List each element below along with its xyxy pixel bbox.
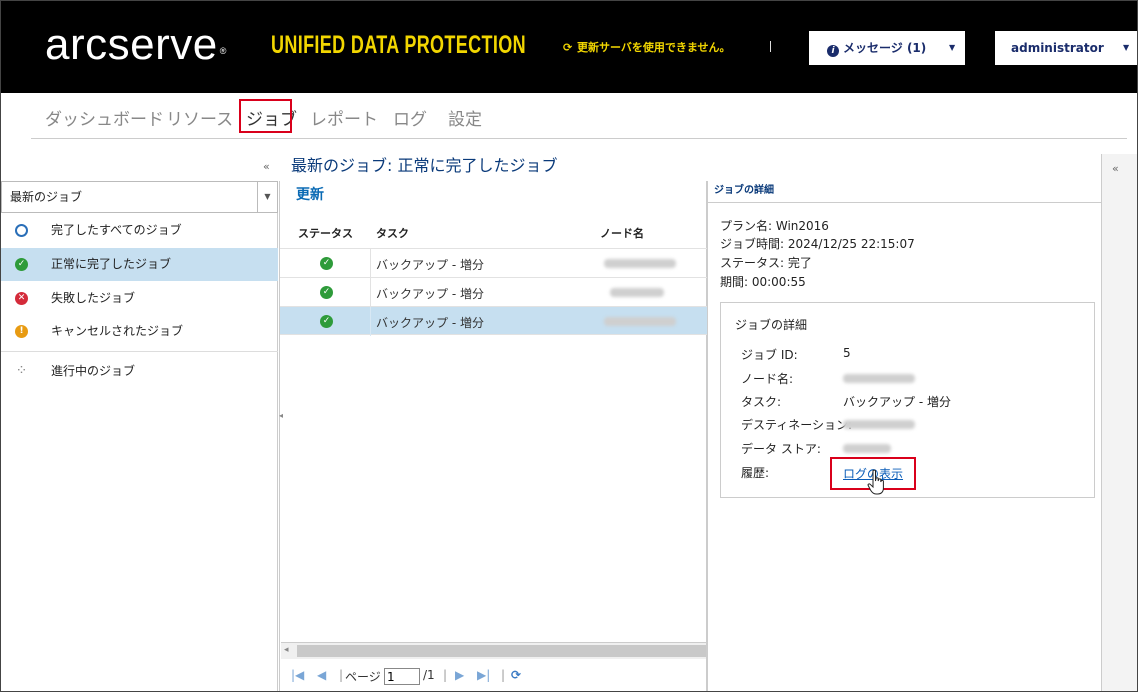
update-warning[interactable]: ⟳ 更新サーバを使用できません。	[563, 39, 731, 55]
history-label: 履歴:	[741, 466, 770, 480]
sidebar-divider	[1, 351, 278, 352]
node-name-label: ノード名:	[741, 372, 794, 386]
expand-right-icon[interactable]: «	[1112, 162, 1119, 175]
warning-circle-icon: !	[15, 325, 28, 338]
scroll-left-icon[interactable]: ◂	[284, 645, 289, 655]
first-page-icon[interactable]: |◀	[291, 668, 304, 682]
job-view-selected: 最新のジョブ	[10, 190, 83, 204]
scrollbar-thumb[interactable]	[297, 645, 706, 657]
messages-label: メッセージ (1)	[843, 41, 927, 55]
page-title: 最新のジョブ: 正常に完了したジョブ	[291, 156, 558, 175]
sidebar-item-all-completed[interactable]: 完了したすべてのジョブ	[1, 214, 278, 247]
header-bar: arcserve ® UNIFIED DATA PROTECTION ⟳ 更新サーバ…	[1, 1, 1137, 93]
task-cell: バックアップ - 増分	[376, 316, 484, 330]
check-circle-icon: ✓	[15, 258, 28, 271]
brand-logo: arcserve ®	[45, 20, 227, 69]
tab-highlight-box	[239, 99, 292, 133]
tab-resources[interactable]: リソース	[166, 105, 233, 130]
sidebar-item-label: 完了したすべてのジョブ	[51, 223, 182, 237]
job-id-label: ジョブ ID:	[741, 348, 798, 362]
job-grid: 更新 ステータス タスク ノード名 ✓ バックアップ - 増分 ✓ バックアップ…	[279, 181, 708, 691]
job-id-value: 5	[843, 346, 851, 360]
detail-header: ジョブの詳細	[708, 181, 1102, 203]
table-row[interactable]: ✓ バックアップ - 増分	[280, 248, 708, 278]
sidebar-item-in-progress[interactable]: ⁘ 進行中のジョブ	[1, 355, 278, 388]
update-warning-text: 更新サーバを使用できません。	[577, 41, 731, 54]
job-duration: 期間: 00:00:55	[720, 275, 806, 289]
prev-page-icon[interactable]: ◀	[317, 668, 326, 682]
pagination: |◀ ◀ | ページ /1 | ▶ ▶| | ⟳	[281, 661, 706, 691]
right-collapsed-panel: «	[1101, 154, 1137, 691]
chevron-down-icon: ▼	[1123, 43, 1130, 52]
check-circle-icon: ✓	[320, 257, 333, 270]
tab-dashboard[interactable]: ダッシュボード	[45, 105, 164, 130]
next-page-icon[interactable]: ▶	[455, 668, 464, 682]
user-menu-button[interactable]: administrator ▼	[995, 31, 1137, 65]
tab-log[interactable]: ログ	[393, 105, 427, 130]
last-page-icon[interactable]: ▶|	[477, 668, 490, 682]
redacted-destination	[843, 420, 915, 429]
target-icon	[15, 224, 28, 237]
redacted-node-name	[604, 259, 676, 268]
page-total: /1	[423, 668, 435, 682]
messages-button[interactable]: i メッセージ (1) ▼	[809, 31, 965, 65]
refresh-warning-icon: ⟳	[563, 41, 573, 54]
task-cell: バックアップ - 増分	[376, 287, 484, 301]
chevron-down-icon: ▼	[949, 43, 956, 52]
task-cell: バックアップ - 増分	[376, 258, 484, 272]
refresh-button[interactable]: 更新	[280, 181, 708, 213]
chevron-down-icon: ▼	[257, 182, 277, 212]
sidebar-item-successful[interactable]: ✓ 正常に完了したジョブ	[1, 248, 278, 281]
task-value: バックアップ - 増分	[843, 395, 951, 409]
tab-reports[interactable]: レポート	[310, 105, 378, 130]
job-time: ジョブ時間: 2024/12/25 22:15:07	[720, 237, 915, 251]
check-circle-icon: ✓	[320, 315, 333, 328]
app-frame: arcserve ® UNIFIED DATA PROTECTION ⟳ 更新サーバ…	[0, 0, 1138, 692]
task-label: タスク:	[741, 395, 782, 409]
sidebar-item-label: キャンセルされたジョブ	[51, 324, 184, 338]
group-title: ジョブの詳細	[735, 318, 808, 332]
sidebar-item-canceled[interactable]: ! キャンセルされたジョブ	[1, 315, 278, 348]
job-detail-panel: ジョブの詳細 プラン名: Win2016 ジョブ時間: 2024/12/25 2…	[707, 181, 1102, 691]
table-row[interactable]: ✓ バックアップ - 増分	[280, 306, 708, 336]
grid-header: ステータス タスク ノード名	[280, 217, 708, 247]
plan-name: プラン名: Win2016	[720, 219, 829, 233]
redacted-node-name	[843, 374, 915, 383]
error-circle-icon: ✕	[15, 292, 28, 305]
refresh-icon[interactable]: ⟳	[511, 668, 521, 682]
hand-cursor-icon	[867, 469, 884, 495]
redacted-datastore	[843, 444, 891, 453]
sidebar-item-label: 進行中のジョブ	[51, 364, 136, 378]
job-filter-panel: 最新のジョブ ▼ 完了したすべてのジョブ ✓ 正常に完了したジョブ ✕ 失敗した…	[1, 181, 278, 691]
table-row[interactable]: ✓ バックアップ - 増分	[280, 277, 708, 307]
info-icon: i	[827, 45, 839, 57]
product-name: UNIFIED DATA PROTECTION	[271, 31, 526, 59]
column-status[interactable]: ステータス	[298, 225, 353, 241]
sidebar-item-label: 正常に完了したジョブ	[51, 257, 172, 271]
tab-settings[interactable]: 設定	[448, 105, 482, 130]
job-view-select[interactable]: 最新のジョブ ▼	[1, 181, 278, 213]
username: administrator	[1011, 41, 1104, 55]
spinner-icon: ⁘	[15, 363, 28, 379]
header-separator	[770, 41, 771, 52]
job-status: ステータス: 完了	[720, 256, 812, 270]
nav-divider	[31, 138, 1127, 139]
panel-splitter[interactable]: ◂	[279, 411, 287, 451]
column-task[interactable]: タスク	[376, 225, 409, 241]
destination-label: デスティネーション:	[741, 418, 853, 432]
page-number-input[interactable]	[384, 668, 420, 685]
sidebar-item-label: 失敗したジョブ	[51, 291, 136, 305]
check-circle-icon: ✓	[320, 286, 333, 299]
sidebar-item-failed[interactable]: ✕ 失敗したジョブ	[1, 282, 278, 315]
horizontal-scrollbar[interactable]: ◂	[281, 642, 706, 659]
redacted-node-name	[604, 317, 676, 326]
column-node[interactable]: ノード名	[600, 225, 644, 241]
datastore-label: データ ストア:	[741, 442, 821, 456]
collapse-left-icon[interactable]: «	[263, 160, 270, 173]
page-label: ページ	[345, 670, 381, 684]
redacted-node-name	[610, 288, 664, 297]
